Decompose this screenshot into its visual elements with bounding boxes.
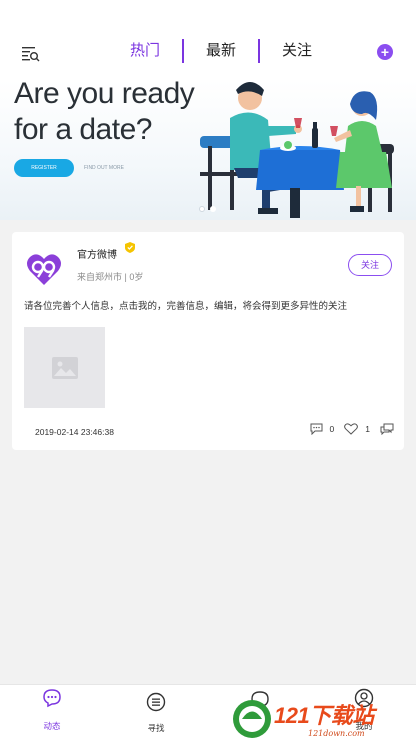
find-out-more-link[interactable]: FIND OUT MORE bbox=[84, 159, 124, 177]
bottom-tab-label: 寻找 bbox=[147, 723, 165, 733]
tab-hot[interactable]: 热门 bbox=[108, 39, 182, 63]
post-stats: 0 1 bbox=[300, 423, 394, 435]
poster-name[interactable]: 官方微博 bbox=[77, 246, 117, 261]
tab-latest[interactable]: 最新 bbox=[184, 39, 258, 63]
plus-icon: + bbox=[380, 43, 390, 60]
status-bar bbox=[0, 0, 416, 28]
post-timestamp: 2019-02-14 23:46:38 bbox=[35, 427, 114, 437]
watermark-brand: 121下载站 bbox=[274, 703, 374, 728]
chat-bubble-icon bbox=[43, 689, 61, 708]
post-card[interactable]: 官方微博 来自郑州市 | 0岁 关注 请各位完善个人信息，点击我的，完善信息，编… bbox=[12, 232, 404, 450]
banner-carousel[interactable]: Are you ready for a date? REGISTER FIND … bbox=[0, 80, 416, 220]
watermark-url: 121down.com bbox=[308, 729, 365, 738]
carousel-dot-active[interactable] bbox=[210, 206, 216, 212]
add-post-button[interactable]: + bbox=[377, 44, 393, 60]
image-placeholder-icon bbox=[51, 356, 78, 379]
bottom-tab-discover[interactable]: 寻找 bbox=[104, 685, 208, 741]
feed-tabs: 热门 最新 关注 bbox=[108, 39, 334, 63]
heart-icon bbox=[344, 423, 359, 435]
avatar[interactable] bbox=[24, 249, 64, 289]
verified-badge-icon bbox=[125, 242, 135, 253]
watermark-logo-icon bbox=[233, 700, 271, 738]
comment-button[interactable]: 0 bbox=[310, 423, 335, 435]
tab-following[interactable]: 关注 bbox=[260, 39, 334, 63]
messages-icon bbox=[380, 423, 394, 435]
bottom-tab-label: 动态 bbox=[43, 721, 61, 731]
follow-button[interactable]: 关注 bbox=[348, 254, 392, 276]
top-navigation: 热门 最新 关注 + bbox=[0, 28, 416, 80]
bottom-tab-feed[interactable]: 动态 bbox=[0, 685, 104, 741]
comment-icon bbox=[310, 423, 323, 435]
carousel-dot[interactable] bbox=[199, 206, 205, 212]
like-button[interactable]: 1 bbox=[344, 423, 370, 435]
post-image-placeholder[interactable] bbox=[24, 327, 105, 408]
register-button[interactable]: REGISTER bbox=[14, 159, 74, 177]
post-text: 请各位完善个人信息，点击我的，完善信息，编辑，将会得到更多异性的关注 bbox=[24, 301, 348, 312]
date-illustration bbox=[200, 82, 394, 218]
share-message-button[interactable] bbox=[380, 423, 394, 435]
comment-count: 0 bbox=[329, 424, 335, 434]
poster-meta: 来自郑州市 | 0岁 bbox=[77, 272, 144, 282]
site-watermark: 121下载站 121down.com bbox=[232, 697, 416, 741]
list-circle-icon bbox=[146, 692, 166, 712]
menu-search-icon[interactable] bbox=[21, 44, 41, 62]
like-count: 1 bbox=[365, 424, 370, 434]
